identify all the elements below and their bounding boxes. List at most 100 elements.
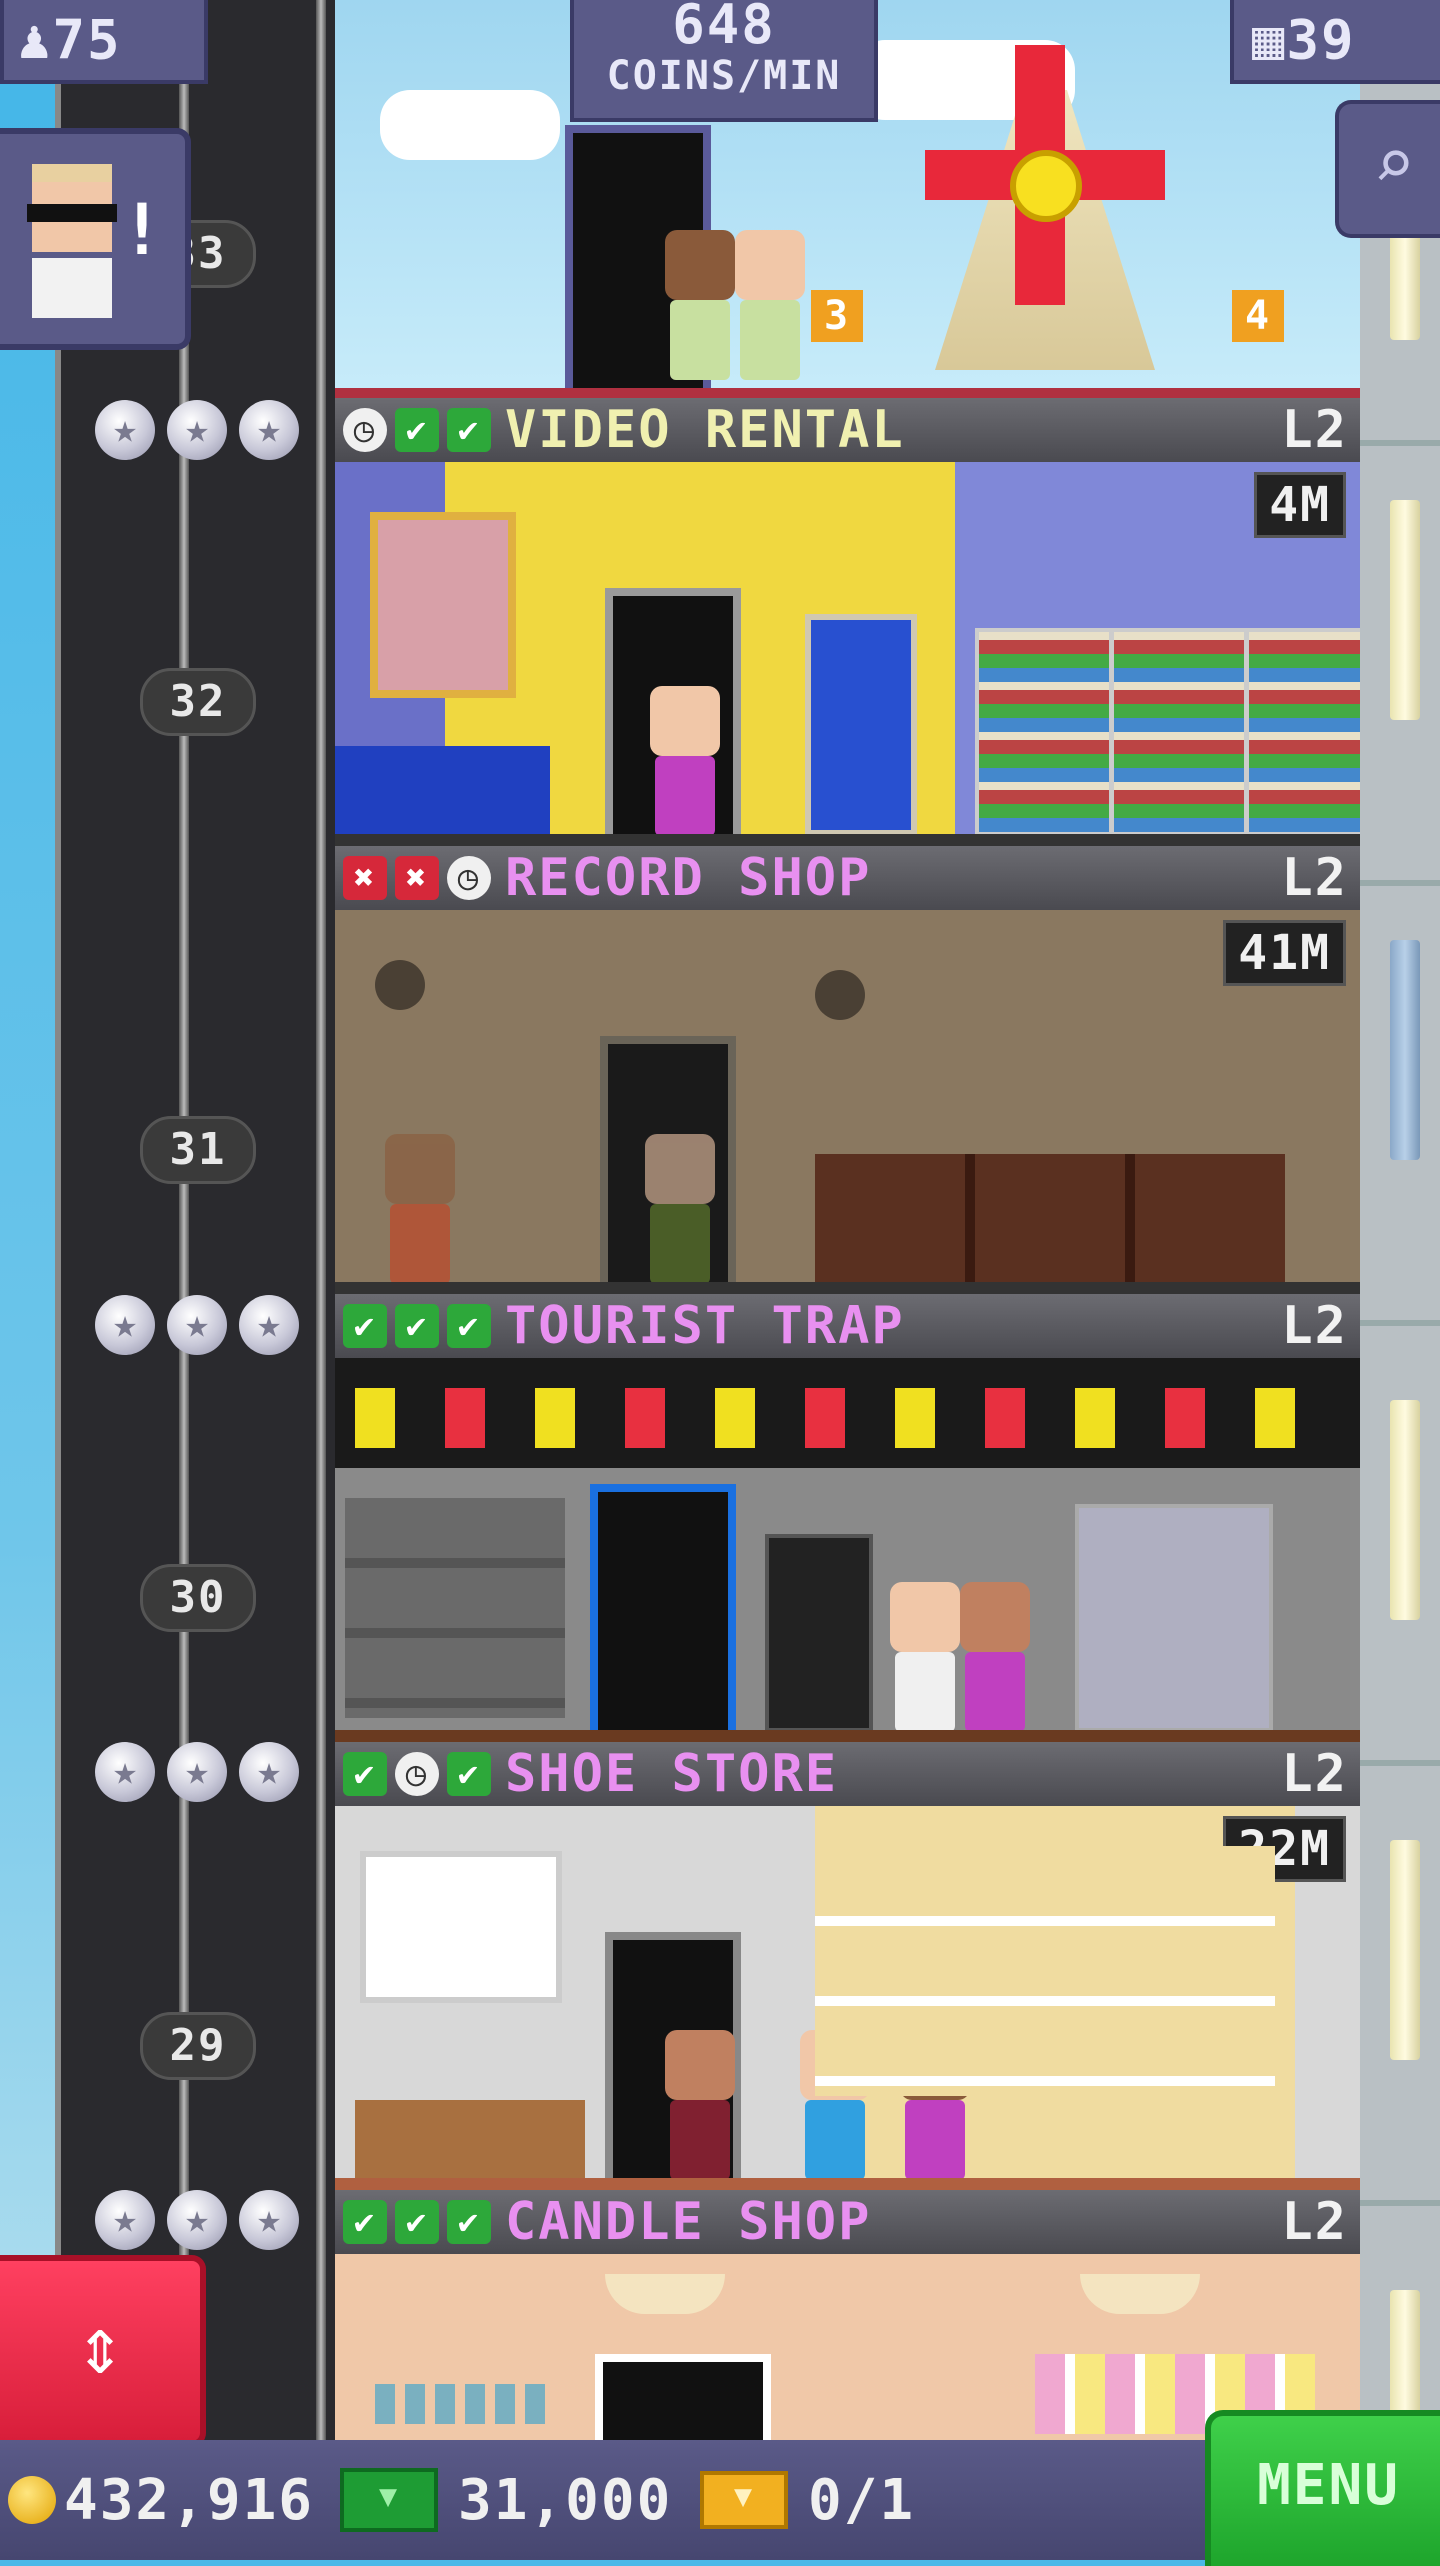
video-shelf — [1110, 628, 1248, 836]
bitizen[interactable] — [960, 1582, 1030, 1732]
status-ok-icon: ✔ — [447, 1752, 491, 1796]
vip-visitor-button[interactable]: ! — [0, 128, 191, 350]
floor-count-value: 39 — [1286, 8, 1356, 72]
elevator-stars: ★ ★ ★ — [95, 1742, 299, 1802]
floor-trim — [335, 834, 1360, 846]
movie-poster — [370, 512, 516, 698]
window — [1390, 1400, 1420, 1620]
slot-machine — [765, 1534, 873, 1732]
status-wait-icon: ◷ — [447, 856, 491, 900]
coin-icon — [8, 2476, 56, 2524]
status-ok-icon: ✔ — [343, 1304, 387, 1348]
stock-badge: 4M — [1254, 472, 1346, 538]
tower-outer-wall — [1360, 0, 1440, 2440]
floor-level: L2 — [1281, 1296, 1348, 1356]
bitizen[interactable] — [385, 1134, 455, 1284]
star-icon: ★ — [167, 400, 227, 460]
floor-room-record-shop[interactable]: 41M — [335, 910, 1360, 1294]
floor-header-shoe-store[interactable]: ✔ ◷ ✔ SHOE STORE L2 — [335, 1742, 1360, 1806]
floor-room-shoe-store[interactable]: 22M — [335, 1806, 1360, 2190]
tickets-counter[interactable]: ▼ 0/1 — [700, 2462, 915, 2538]
floor-room-tourist-trap[interactable] — [335, 1358, 1360, 1742]
shoe-bench — [355, 2100, 585, 2180]
elevator-rail — [316, 0, 326, 2440]
floor-header-candle-shop[interactable]: ✔ ✔ ✔ CANDLE SHOP L2 — [335, 2190, 1360, 2254]
arcade-cabinet — [805, 614, 917, 836]
floor-room-candle-shop[interactable] — [335, 2254, 1360, 2440]
souvenir-display — [355, 1388, 1335, 1448]
elevator-button[interactable]: ⇕ — [0, 2255, 206, 2447]
video-shelf — [975, 628, 1113, 836]
elevator-floor-label: 31 — [140, 1116, 256, 1184]
floor-level: L2 — [1281, 1744, 1348, 1804]
floor-room-video-rental[interactable]: 4M — [335, 462, 1360, 846]
windmill-hub — [1010, 150, 1082, 222]
population-value: 75 — [52, 8, 122, 72]
coins-per-minute-unit: COINS/MIN — [606, 53, 842, 99]
record-bins — [815, 1154, 1285, 1284]
shoe-poster — [360, 1851, 562, 2003]
hat-shelf — [345, 1498, 565, 1718]
elevator-floor-label: 30 — [140, 1564, 256, 1632]
video-shelf — [1245, 628, 1360, 836]
status-ok-icon: ✔ — [395, 408, 439, 452]
status-ok-icon: ✔ — [447, 2200, 491, 2244]
status-wait-icon: ◷ — [343, 408, 387, 452]
ceiling-lamp — [1080, 2274, 1200, 2314]
status-ok-icon: ✔ — [447, 1304, 491, 1348]
bitizen[interactable] — [890, 1582, 960, 1732]
window — [1390, 1840, 1420, 2060]
floor-header-record-shop[interactable]: ✖ ✖ ◷ RECORD SHOP L2 — [335, 846, 1360, 910]
bitizen[interactable] — [650, 686, 720, 836]
building-icon: ▦ — [1252, 8, 1287, 72]
floor-header-video-rental[interactable]: ◷ ✔ ✔ VIDEO RENTAL L2 — [335, 398, 1360, 462]
vip-avatar — [22, 164, 122, 318]
elevator-stars: ★ ★ ★ — [95, 2190, 299, 2250]
star-icon: ★ — [239, 2190, 299, 2250]
status-ok-icon: ✔ — [343, 2200, 387, 2244]
bux-icon: ▼ — [340, 2468, 438, 2532]
stock-badge: 41M — [1223, 920, 1346, 986]
bitizen[interactable] — [645, 1134, 715, 1284]
floor-trim — [335, 1730, 1360, 1742]
elevator-stars: ★ ★ ★ — [95, 1295, 299, 1355]
coins-per-minute-panel: 648 COINS/MIN — [570, 0, 878, 122]
star-icon: ★ — [95, 1742, 155, 1802]
status-ok-icon: ✔ — [447, 408, 491, 452]
star-icon: ★ — [95, 2190, 155, 2250]
bitizen[interactable] — [665, 230, 735, 380]
floor-name: VIDEO RENTAL — [505, 400, 905, 460]
menu-button[interactable]: MENU — [1205, 2410, 1440, 2566]
status-ok-icon: ✔ — [343, 1752, 387, 1796]
elevator-stars: ★ ★ ★ — [95, 400, 299, 460]
room-number: 3 — [811, 290, 863, 342]
coins-counter[interactable]: 432,916 — [8, 2462, 314, 2538]
floor-level: L2 — [1281, 848, 1348, 908]
status-wait-icon: ◷ — [395, 1752, 439, 1796]
star-icon: ★ — [239, 400, 299, 460]
bux-value: 31,000 — [458, 2467, 673, 2533]
search-icon: ⌕ — [1372, 123, 1416, 205]
star-icon: ★ — [167, 1742, 227, 1802]
floor-level: L2 — [1281, 2192, 1348, 2252]
window — [1390, 500, 1420, 720]
elevator-floor-label: 29 — [140, 2012, 256, 2080]
ticket-icon: ▼ — [700, 2471, 788, 2529]
cloud — [380, 90, 560, 160]
coins-value: 432,916 — [64, 2467, 315, 2533]
search-button[interactable]: ⌕ — [1335, 100, 1440, 238]
elevator-arrows-icon: ⇕ — [75, 2299, 125, 2392]
population-counter[interactable]: ♟75 — [0, 0, 208, 84]
star-icon: ★ — [95, 1295, 155, 1355]
bux-counter[interactable]: ▼ 31,000 — [340, 2462, 672, 2538]
vinyl-record — [375, 960, 425, 1010]
star-icon: ★ — [167, 1295, 227, 1355]
floor-name: RECORD SHOP — [505, 848, 872, 908]
elevator-floor-label: 32 — [140, 668, 256, 736]
status-no-icon: ✖ — [395, 856, 439, 900]
rental-counter — [335, 746, 550, 836]
floor-header-tourist-trap[interactable]: ✔ ✔ ✔ TOURIST TRAP L2 — [335, 1294, 1360, 1358]
bitizen[interactable] — [735, 230, 805, 380]
bitizen[interactable] — [665, 2030, 735, 2180]
floor-count-panel[interactable]: ▦39 — [1230, 0, 1440, 84]
